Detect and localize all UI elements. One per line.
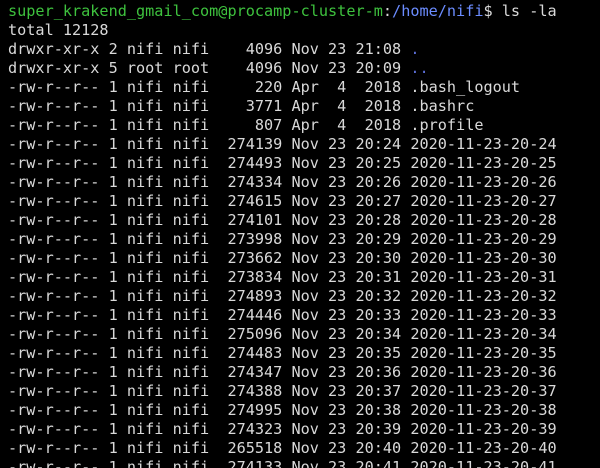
row-metadata: -rw-r--r-- 1 nifi nifi 274133 Nov 23 20:… bbox=[8, 458, 411, 468]
row-metadata: -rw-r--r-- 1 nifi nifi 274347 Nov 23 20:… bbox=[8, 363, 411, 381]
listing-row: -rw-r--r-- 1 nifi nifi 274995 Nov 23 20:… bbox=[8, 401, 600, 420]
row-metadata: -rw-r--r-- 1 nifi nifi 275096 Nov 23 20:… bbox=[8, 325, 411, 343]
listing-row: -rw-r--r-- 1 nifi nifi 275096 Nov 23 20:… bbox=[8, 325, 600, 344]
row-metadata: -rw-r--r-- 1 nifi nifi 274323 Nov 23 20:… bbox=[8, 420, 411, 438]
file-name: .profile bbox=[410, 116, 484, 134]
listing-row: -rw-r--r-- 1 nifi nifi 220 Apr 4 2018 .b… bbox=[8, 78, 600, 97]
row-metadata: -rw-r--r-- 1 nifi nifi 273834 Nov 23 20:… bbox=[8, 268, 411, 286]
listing-row: -rw-r--r-- 1 nifi nifi 274101 Nov 23 20:… bbox=[8, 211, 600, 230]
listing-row: -rw-r--r-- 1 nifi nifi 274347 Nov 23 20:… bbox=[8, 363, 600, 382]
listing-row: -rw-r--r-- 1 nifi nifi 3771 Apr 4 2018 .… bbox=[8, 97, 600, 116]
row-metadata: -rw-r--r-- 1 nifi nifi 274483 Nov 23 20:… bbox=[8, 344, 411, 362]
file-name: .bashrc bbox=[410, 97, 475, 115]
prompt-line: super_krakend_gmail_com@procamp-cluster-… bbox=[8, 2, 600, 21]
command-text: ls -la bbox=[501, 2, 557, 20]
row-metadata: -rw-r--r-- 1 nifi nifi 274995 Nov 23 20:… bbox=[8, 401, 411, 419]
file-name: 2020-11-23-20-24 bbox=[410, 135, 557, 153]
prompt-path: /home/nifi bbox=[392, 2, 484, 20]
listing-row: -rw-r--r-- 1 nifi nifi 274139 Nov 23 20:… bbox=[8, 135, 600, 154]
total-line: total 12128 bbox=[8, 21, 109, 39]
row-metadata: -rw-r--r-- 1 nifi nifi 273998 Nov 23 20:… bbox=[8, 230, 411, 248]
file-name: 2020-11-23-20-32 bbox=[410, 287, 557, 305]
row-metadata: -rw-r--r-- 1 nifi nifi 274139 Nov 23 20:… bbox=[8, 135, 411, 153]
row-metadata: -rw-r--r-- 1 nifi nifi 274388 Nov 23 20:… bbox=[8, 382, 411, 400]
file-name: 2020-11-23-20-34 bbox=[410, 325, 557, 343]
listing-row: -rw-r--r-- 1 nifi nifi 274615 Nov 23 20:… bbox=[8, 192, 600, 211]
file-name: 2020-11-23-20-39 bbox=[410, 420, 557, 438]
directory-name: . bbox=[410, 40, 420, 58]
file-listing: drwxr-xr-x 2 nifi nifi 4096 Nov 23 21:08… bbox=[8, 40, 600, 468]
file-name: 2020-11-23-20-28 bbox=[410, 211, 557, 229]
listing-row: drwxr-xr-x 5 root root 4096 Nov 23 20:09… bbox=[8, 59, 600, 78]
row-metadata: -rw-r--r-- 1 nifi nifi 274493 Nov 23 20:… bbox=[8, 154, 411, 172]
row-metadata: drwxr-xr-x 2 nifi nifi 4096 Nov 23 21:08 bbox=[8, 40, 411, 58]
file-name: .bash_logout bbox=[410, 78, 521, 96]
row-metadata: -rw-r--r-- 1 nifi nifi 265518 Nov 23 20:… bbox=[8, 439, 411, 457]
row-metadata: -rw-r--r-- 1 nifi nifi 220 Apr 4 2018 bbox=[8, 78, 411, 96]
listing-row: -rw-r--r-- 1 nifi nifi 274334 Nov 23 20:… bbox=[8, 173, 600, 192]
listing-row: -rw-r--r-- 1 nifi nifi 273662 Nov 23 20:… bbox=[8, 249, 600, 268]
prompt-symbol: $ bbox=[483, 2, 502, 20]
prompt-separator: : bbox=[382, 2, 393, 20]
listing-row: -rw-r--r-- 1 nifi nifi 274446 Nov 23 20:… bbox=[8, 306, 600, 325]
directory-name: .. bbox=[410, 59, 429, 77]
file-name: 2020-11-23-20-36 bbox=[410, 363, 557, 381]
listing-row: -rw-r--r-- 1 nifi nifi 273834 Nov 23 20:… bbox=[8, 268, 600, 287]
row-metadata: -rw-r--r-- 1 nifi nifi 274334 Nov 23 20:… bbox=[8, 173, 411, 191]
listing-row: -rw-r--r-- 1 nifi nifi 274893 Nov 23 20:… bbox=[8, 287, 600, 306]
row-metadata: -rw-r--r-- 1 nifi nifi 274893 Nov 23 20:… bbox=[8, 287, 411, 305]
listing-row: drwxr-xr-x 2 nifi nifi 4096 Nov 23 21:08… bbox=[8, 40, 600, 59]
listing-row: -rw-r--r-- 1 nifi nifi 274323 Nov 23 20:… bbox=[8, 420, 600, 439]
row-metadata: -rw-r--r-- 1 nifi nifi 274446 Nov 23 20:… bbox=[8, 306, 411, 324]
file-name: 2020-11-23-20-40 bbox=[410, 439, 557, 457]
row-metadata: -rw-r--r-- 1 nifi nifi 807 Apr 4 2018 bbox=[8, 116, 411, 134]
listing-row: -rw-r--r-- 1 nifi nifi 274388 Nov 23 20:… bbox=[8, 382, 600, 401]
file-name: 2020-11-23-20-27 bbox=[410, 192, 557, 210]
file-name: 2020-11-23-20-26 bbox=[410, 173, 557, 191]
terminal-window[interactable]: super_krakend_gmail_com@procamp-cluster-… bbox=[0, 0, 600, 468]
listing-row: -rw-r--r-- 1 nifi nifi 273998 Nov 23 20:… bbox=[8, 230, 600, 249]
listing-row: -rw-r--r-- 1 nifi nifi 274133 Nov 23 20:… bbox=[8, 458, 600, 468]
file-name: 2020-11-23-20-25 bbox=[410, 154, 557, 172]
listing-row: -rw-r--r-- 1 nifi nifi 274483 Nov 23 20:… bbox=[8, 344, 600, 363]
file-name: 2020-11-23-20-38 bbox=[410, 401, 557, 419]
row-metadata: -rw-r--r-- 1 nifi nifi 3771 Apr 4 2018 bbox=[8, 97, 411, 115]
listing-row: -rw-r--r-- 1 nifi nifi 274493 Nov 23 20:… bbox=[8, 154, 600, 173]
row-metadata: -rw-r--r-- 1 nifi nifi 274615 Nov 23 20:… bbox=[8, 192, 411, 210]
file-name: 2020-11-23-20-33 bbox=[410, 306, 557, 324]
row-metadata: -rw-r--r-- 1 nifi nifi 273662 Nov 23 20:… bbox=[8, 249, 411, 267]
file-name: 2020-11-23-20-30 bbox=[410, 249, 557, 267]
file-name: 2020-11-23-20-29 bbox=[410, 230, 557, 248]
prompt-user-host: super_krakend_gmail_com@procamp-cluster-… bbox=[8, 2, 383, 20]
row-metadata: -rw-r--r-- 1 nifi nifi 274101 Nov 23 20:… bbox=[8, 211, 411, 229]
file-name: 2020-11-23-20-35 bbox=[410, 344, 557, 362]
listing-row: -rw-r--r-- 1 nifi nifi 807 Apr 4 2018 .p… bbox=[8, 116, 600, 135]
row-metadata: drwxr-xr-x 5 root root 4096 Nov 23 20:09 bbox=[8, 59, 411, 77]
file-name: 2020-11-23-20-41 bbox=[410, 458, 557, 468]
listing-row: -rw-r--r-- 1 nifi nifi 265518 Nov 23 20:… bbox=[8, 439, 600, 458]
file-name: 2020-11-23-20-31 bbox=[410, 268, 557, 286]
file-name: 2020-11-23-20-37 bbox=[410, 382, 557, 400]
